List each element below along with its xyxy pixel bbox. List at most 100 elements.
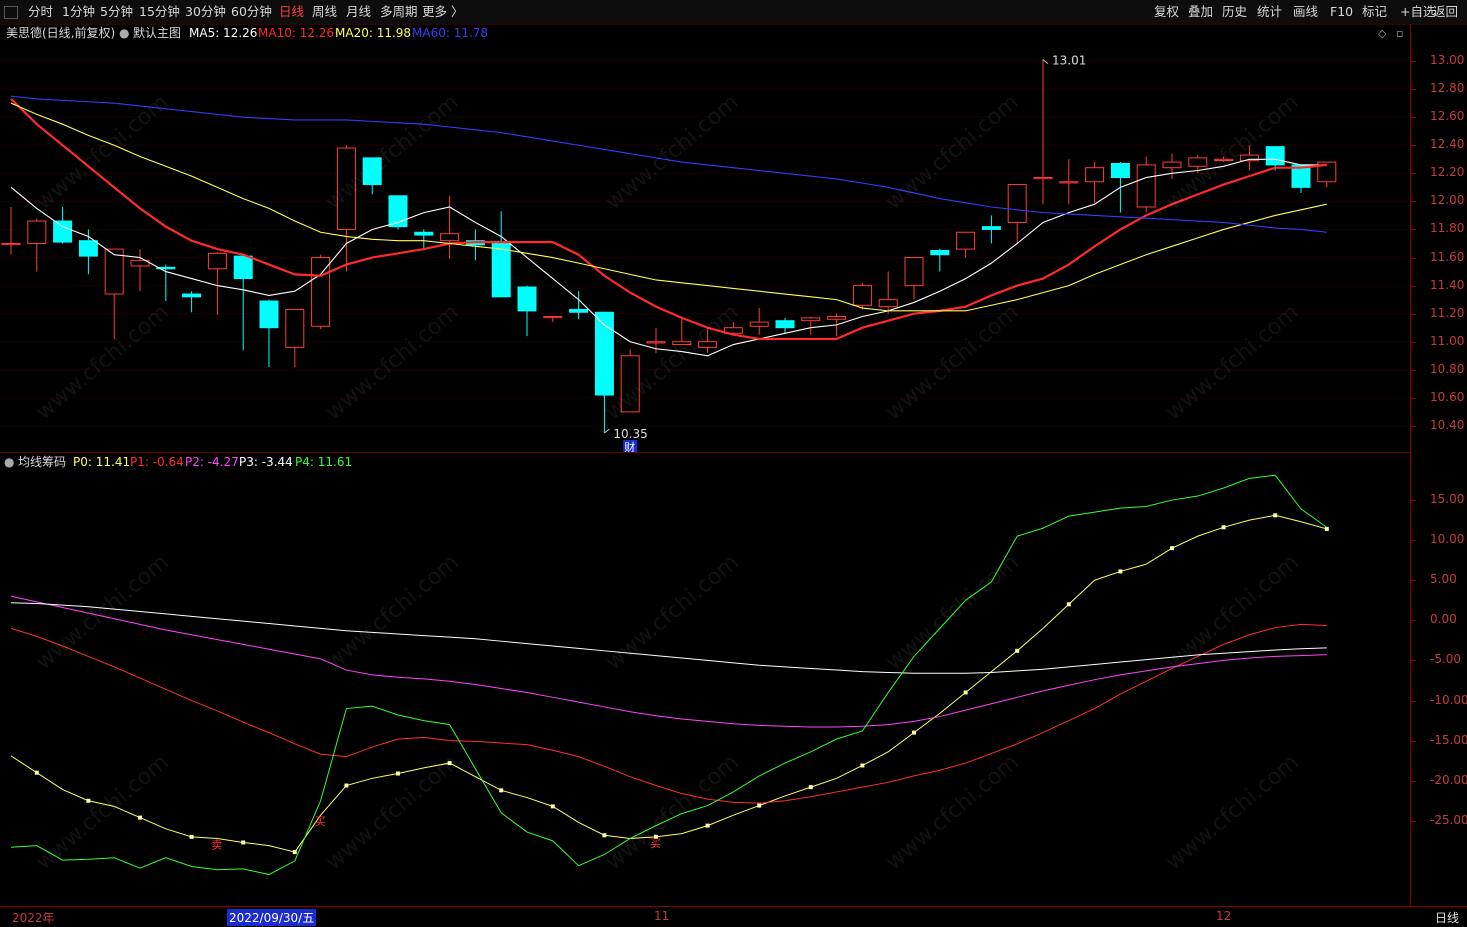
- stock-title[interactable]: 美思德(日线,前复权): [6, 25, 115, 41]
- p0-dot: [1221, 525, 1226, 530]
- y-axis-line: [1410, 24, 1411, 909]
- main-chart-label[interactable]: 默认主图: [133, 25, 181, 41]
- period-tab-4[interactable]: 30分钟: [185, 0, 226, 24]
- candle-body: [930, 250, 950, 256]
- indicator-tick: [1410, 740, 1416, 742]
- period-button[interactable]: 日线: [1435, 909, 1459, 926]
- period-tab-10[interactable]: 更多 〉: [422, 0, 463, 24]
- candle-body: [775, 320, 795, 329]
- toolbar-button-1[interactable]: 叠加: [1188, 0, 1213, 24]
- candle-body: [1136, 164, 1156, 208]
- candle-body: [646, 341, 666, 344]
- indicator-line-p1: [10, 623, 1327, 804]
- ma60-label: MA60: 11.78: [412, 26, 489, 40]
- high-label: 13.01: [1052, 54, 1086, 68]
- indicator-tick-label: -20.00: [1430, 772, 1467, 787]
- period-tab-1[interactable]: 1分钟: [62, 0, 95, 24]
- pane-divider[interactable]: [0, 452, 1410, 453]
- candle-body: [27, 220, 47, 244]
- price-tick: [1410, 425, 1416, 427]
- signal-marker: 卖: [211, 838, 222, 851]
- p0-dot: [757, 803, 762, 808]
- candlestick-chart[interactable]: 13.01 10.35财: [0, 42, 1410, 452]
- toolbar-button-7[interactable]: +自选: [1400, 0, 1435, 24]
- p0-dot: [499, 788, 504, 793]
- indicator-tick: [1410, 500, 1416, 502]
- candle-body: [1110, 162, 1130, 179]
- ma10-label: MA10: 12.26: [258, 26, 335, 40]
- p2-label: P2: -4.27: [185, 455, 239, 469]
- indicator-tick: [1410, 580, 1416, 582]
- p4-label: P4: 11.61: [295, 455, 353, 469]
- candle-body: [749, 321, 769, 327]
- p0-dot: [550, 804, 555, 809]
- candle-body: [1162, 161, 1182, 169]
- candle-body: [517, 286, 537, 312]
- candle-body: [1, 242, 21, 246]
- diamond-icon[interactable]: ◇: [1378, 27, 1386, 40]
- toolbar-button-6[interactable]: 标记: [1362, 0, 1387, 24]
- indicator-chart[interactable]: 卖买买: [0, 471, 1410, 906]
- p0-dot: [1118, 569, 1123, 574]
- indicator-dropdown-icon[interactable]: ●: [4, 454, 14, 470]
- date-axis: 2022年 2022/09/30/五 11 12 日线: [0, 906, 1467, 927]
- price-tick-label: 11.80: [1430, 221, 1465, 236]
- toolbar-button-2[interactable]: 历史: [1222, 0, 1247, 24]
- price-tick-label: 13.00: [1430, 53, 1465, 68]
- p0-dot: [1066, 602, 1071, 607]
- period-tab-6[interactable]: 日线: [279, 0, 304, 24]
- ma20-label: MA20: 11.98: [335, 26, 412, 40]
- candle-body: [336, 147, 356, 230]
- price-tick: [1410, 257, 1416, 259]
- candle-body: [543, 315, 563, 319]
- price-tick-label: 11.20: [1430, 305, 1465, 320]
- main-chart-dropdown-icon[interactable]: ●: [119, 25, 129, 41]
- indicator-tick: [1410, 620, 1416, 622]
- candle-body: [878, 299, 898, 308]
- price-tick-label: 12.40: [1430, 137, 1465, 152]
- p0-dot: [602, 833, 607, 838]
- toolbar-button-4[interactable]: 画线: [1293, 0, 1318, 24]
- candle-body: [569, 308, 589, 313]
- price-tick-label: 11.00: [1430, 333, 1465, 348]
- price-tick: [1410, 61, 1416, 63]
- p0-dot: [1170, 546, 1174, 551]
- price-tick-label: 12.00: [1430, 193, 1465, 208]
- p0-dot: [912, 730, 916, 735]
- indicator-line-p0: [10, 514, 1327, 853]
- period-tab-2[interactable]: 5分钟: [100, 0, 133, 24]
- period-tab-9[interactable]: 多周期: [380, 0, 418, 24]
- period-tab-8[interactable]: 月线: [346, 0, 371, 24]
- indicator-tick-label: -10.00: [1430, 692, 1467, 707]
- price-tick-label: 12.80: [1430, 81, 1465, 96]
- indicator-tick-label: -15.00: [1430, 732, 1467, 747]
- candle-body: [981, 226, 1001, 230]
- price-tick: [1410, 369, 1416, 371]
- period-tab-5[interactable]: 60分钟: [231, 0, 272, 24]
- price-tick-label: 10.80: [1430, 361, 1465, 376]
- indicator-tick-label: 15.00: [1430, 492, 1465, 507]
- indicator-tick-label: -5.00: [1430, 652, 1462, 667]
- toolbar-button-3[interactable]: 统计: [1257, 0, 1282, 24]
- candle-body: [1188, 157, 1208, 167]
- price-tick-label: 12.60: [1430, 109, 1465, 124]
- date-label-dec: 12: [1216, 909, 1232, 923]
- period-tab-0[interactable]: 分时: [28, 0, 53, 24]
- candle-body: [285, 308, 305, 348]
- toolbar-button-5[interactable]: F10: [1330, 0, 1353, 24]
- period-tab-3[interactable]: 15分钟: [139, 0, 180, 24]
- candle-body: [801, 317, 821, 322]
- price-tick: [1410, 397, 1416, 399]
- period-tab-7[interactable]: 周线: [312, 0, 337, 24]
- series-line-ma10: [10, 98, 1327, 341]
- toolbar-button-0[interactable]: 复权: [1154, 0, 1179, 24]
- p0-dot: [705, 823, 710, 828]
- box-icon[interactable]: ▫: [1396, 27, 1403, 40]
- window-menu-icon[interactable]: [4, 6, 18, 19]
- toolbar-button-8[interactable]: 返回: [1433, 0, 1458, 24]
- price-tick: [1410, 313, 1416, 315]
- p1-label: P1: -0.64: [130, 455, 184, 469]
- price-tick-label: 10.40: [1430, 417, 1465, 432]
- price-tick: [1410, 229, 1416, 231]
- indicator-name[interactable]: 均线筹码: [18, 454, 66, 470]
